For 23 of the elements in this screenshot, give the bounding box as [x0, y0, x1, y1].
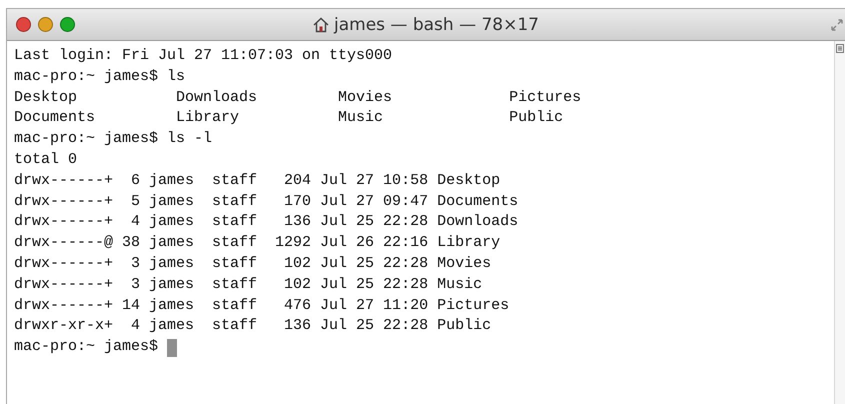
terminal-line: mac-pro:~ james$ ls — [14, 66, 186, 87]
terminal-line: drwx------+ 3 james staff 102 Jul 25 22:28 Music — [14, 274, 484, 295]
terminal-line: drwxr-xr-x+ 4 james staff 136 Jul 25 22:28 Public — [14, 316, 492, 336]
fullscreen-icon[interactable] — [831, 18, 843, 30]
terminal-line: Desktop Downloads Movies Pictures — [14, 88, 582, 108]
terminal-line: drwx------+ 4 james staff 136 Jul 25 22:28 Downloads — [14, 212, 520, 232]
terminal-line: Last login: Fri Jul 27 11:07:03 on ttys000 — [14, 46, 394, 66]
split-pane-icon[interactable] — [836, 44, 844, 53]
terminal-line: drwx------+ 14 james staff 476 Jul 27 11:20 Pictures — [14, 296, 510, 316]
terminal-line: drwx------@ 38 james staff 1292 Jul 26 22:16 Library — [14, 233, 502, 254]
window-title: james — bash — 78×17 — [334, 14, 539, 34]
close-button[interactable] — [16, 17, 31, 32]
terminal-line: drwx------+ 5 james staff 170 Jul 27 09:47 Documents — [14, 192, 520, 212]
terminal-line: Documents Library Music Public — [14, 108, 564, 128]
terminal-line: drwx------+ 3 james staff 102 Jul 25 22:28 Movies — [14, 254, 492, 274]
house-icon — [313, 16, 329, 32]
terminal-line: drwx------+ 6 james staff 204 Jul 27 10:58 Desktop — [14, 170, 502, 191]
text-cursor — [167, 338, 178, 357]
minimize-button[interactable] — [38, 17, 53, 32]
terminal-line: total 0 — [14, 150, 78, 170]
shell-prompt: mac-pro:~ james$ — [14, 337, 158, 358]
terminal-line: mac-pro:~ james$ ls -l — [14, 129, 214, 150]
zoom-button[interactable] — [60, 17, 75, 32]
